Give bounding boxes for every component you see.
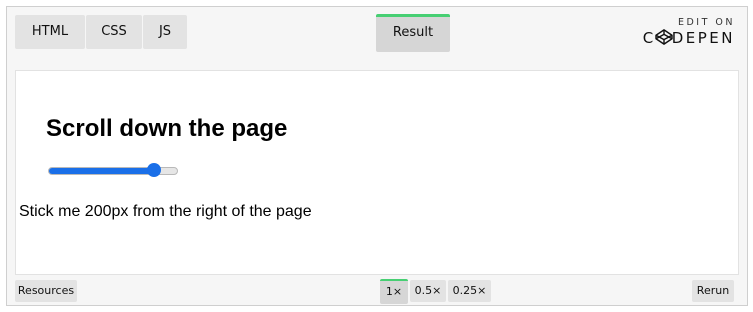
zoom-1x-button[interactable]: 1× <box>380 279 408 304</box>
codepen-logo-right: DEPEN <box>671 29 735 47</box>
tab-js[interactable]: JS <box>143 15 187 49</box>
edit-on-codepen-link[interactable]: EDIT ON C DEPEN <box>635 15 735 49</box>
result-pane: Scroll down the page Stick me 200px from… <box>15 70 739 275</box>
tab-css[interactable]: CSS <box>86 15 142 49</box>
codepen-cube-icon <box>655 29 673 45</box>
slider-thumb[interactable] <box>147 163 161 177</box>
resources-button[interactable]: Resources <box>15 280 77 302</box>
codepen-embed: HTML CSS JS Result EDIT ON C DEPEN Scroll… <box>6 6 748 306</box>
range-slider[interactable] <box>48 163 178 179</box>
tab-result[interactable]: Result <box>376 14 450 52</box>
page-heading: Scroll down the page <box>46 115 288 142</box>
edit-on-label: EDIT ON <box>677 17 735 28</box>
codepen-logo: C DEPEN <box>635 29 735 47</box>
sticky-text: Stick me 200px from the right of the pag… <box>19 203 312 220</box>
zoom-0-5x-button[interactable]: 0.5× <box>410 280 446 302</box>
bottom-bar: Resources 1× 0.5× 0.25× Rerun <box>7 275 747 305</box>
zoom-0-25x-button[interactable]: 0.25× <box>448 280 491 302</box>
slider-fill <box>49 168 154 174</box>
rerun-button[interactable]: Rerun <box>692 280 734 302</box>
tab-html[interactable]: HTML <box>15 15 85 49</box>
